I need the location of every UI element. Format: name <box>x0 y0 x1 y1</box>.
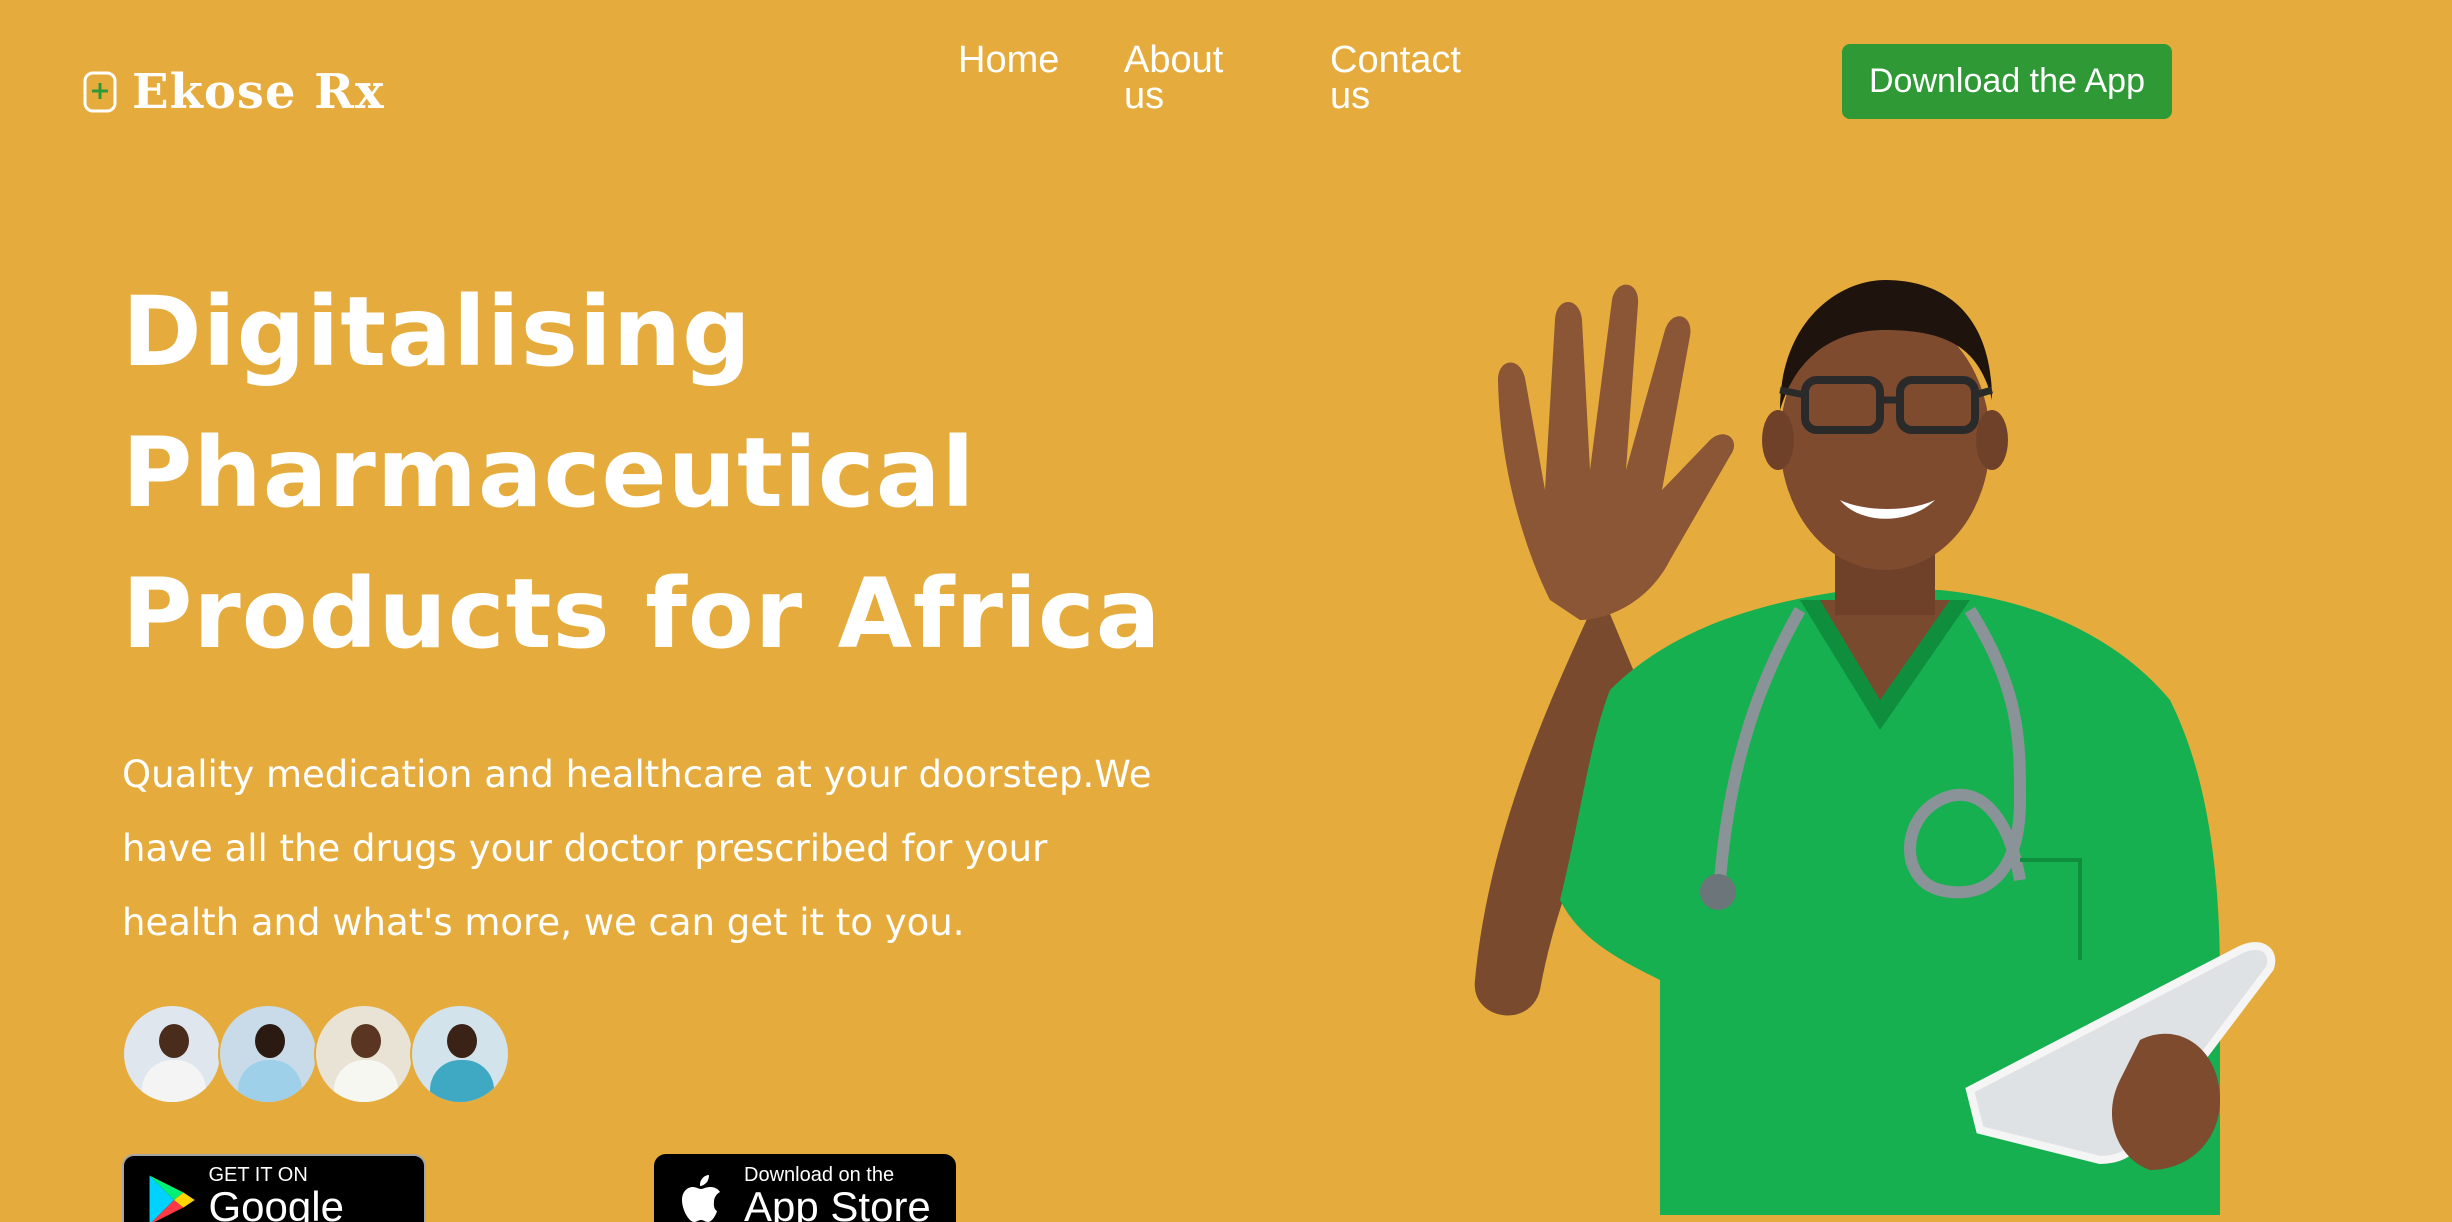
avatar <box>218 1004 318 1104</box>
brand-name: Ekose Rx <box>132 64 385 120</box>
download-app-button[interactable]: Download the App <box>1842 44 2172 119</box>
apple-icon <box>682 1175 720 1222</box>
avatar <box>314 1004 414 1104</box>
brand-logo[interactable]: Ekose Rx <box>82 64 385 120</box>
hero-doctor-image <box>1474 280 2276 1222</box>
nav-link-home[interactable]: Home <box>958 41 1059 79</box>
hero-headline: Digitalising Pharmaceutical Products for… <box>122 276 1162 670</box>
nav-link-contact[interactable]: Contact us <box>1330 41 1480 115</box>
google-play-big-text: Google Play <box>208 1183 344 1222</box>
google-play-icon <box>149 1175 195 1222</box>
customer-avatars <box>122 1004 510 1104</box>
app-store-badge[interactable]: Download on the App Store <box>654 1154 956 1222</box>
avatar <box>410 1004 510 1104</box>
nav-link-about[interactable]: About us <box>1124 41 1244 115</box>
avatar <box>122 1004 222 1104</box>
pharmacy-bottle-icon <box>83 71 117 113</box>
landing-page: Ekose Rx Home About us Contact us Downlo… <box>0 0 2452 1222</box>
app-store-big-text: App Store <box>744 1183 931 1222</box>
hero-subtext: Quality medication and healthcare at you… <box>122 753 1152 944</box>
main-nav: Home About us Contact us <box>958 41 1461 115</box>
google-play-badge[interactable]: GET IT ON Google Play <box>122 1154 426 1222</box>
